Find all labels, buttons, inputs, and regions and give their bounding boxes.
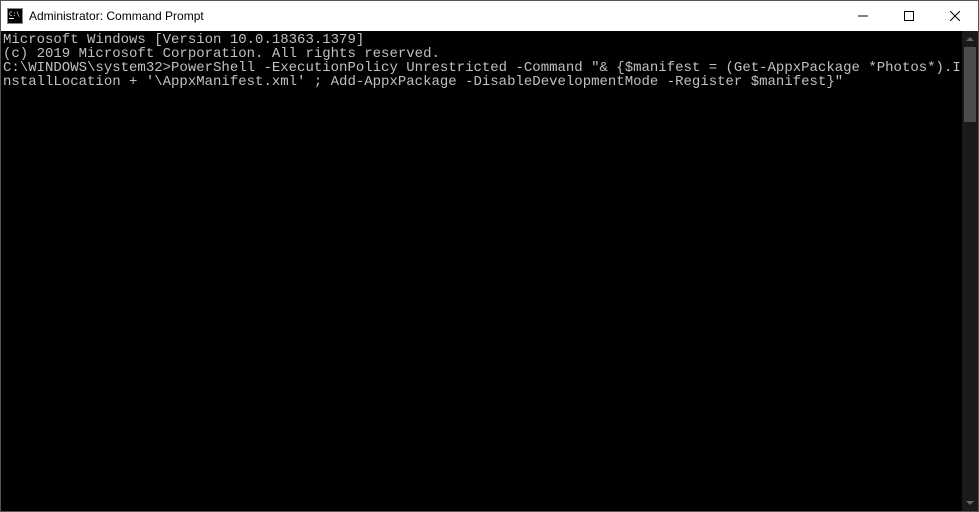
close-icon [950,11,960,21]
terminal-line: (c) 2019 Microsoft Corporation. All righ… [3,47,962,61]
window-controls [840,1,978,31]
window-title: Administrator: Command Prompt [29,9,204,23]
scroll-thumb[interactable] [964,47,976,122]
terminal-line: C:\WINDOWS\system32>PowerShell -Executio… [3,61,962,89]
terminal-output[interactable]: Microsoft Windows [Version 10.0.18363.13… [1,31,962,511]
chevron-up-icon [966,37,974,41]
maximize-button[interactable] [886,1,932,31]
terminal-wrapper: Microsoft Windows [Version 10.0.18363.13… [1,31,978,511]
vertical-scrollbar[interactable] [962,31,978,511]
titlebar[interactable]: C:\ Administrator: Command Prompt [1,1,978,31]
command-prompt-window: C:\ Administrator: Command Prompt [0,0,979,512]
scroll-up-arrow[interactable] [962,31,978,47]
cmd-icon: C:\ [7,8,23,24]
terminal-line: Microsoft Windows [Version 10.0.18363.13… [3,33,962,47]
minimize-button[interactable] [840,1,886,31]
minimize-icon [858,11,868,21]
maximize-icon [904,11,914,21]
scroll-track[interactable] [962,47,978,495]
close-button[interactable] [932,1,978,31]
svg-text:C:\: C:\ [9,11,20,18]
chevron-down-icon [966,501,974,505]
scroll-down-arrow[interactable] [962,495,978,511]
